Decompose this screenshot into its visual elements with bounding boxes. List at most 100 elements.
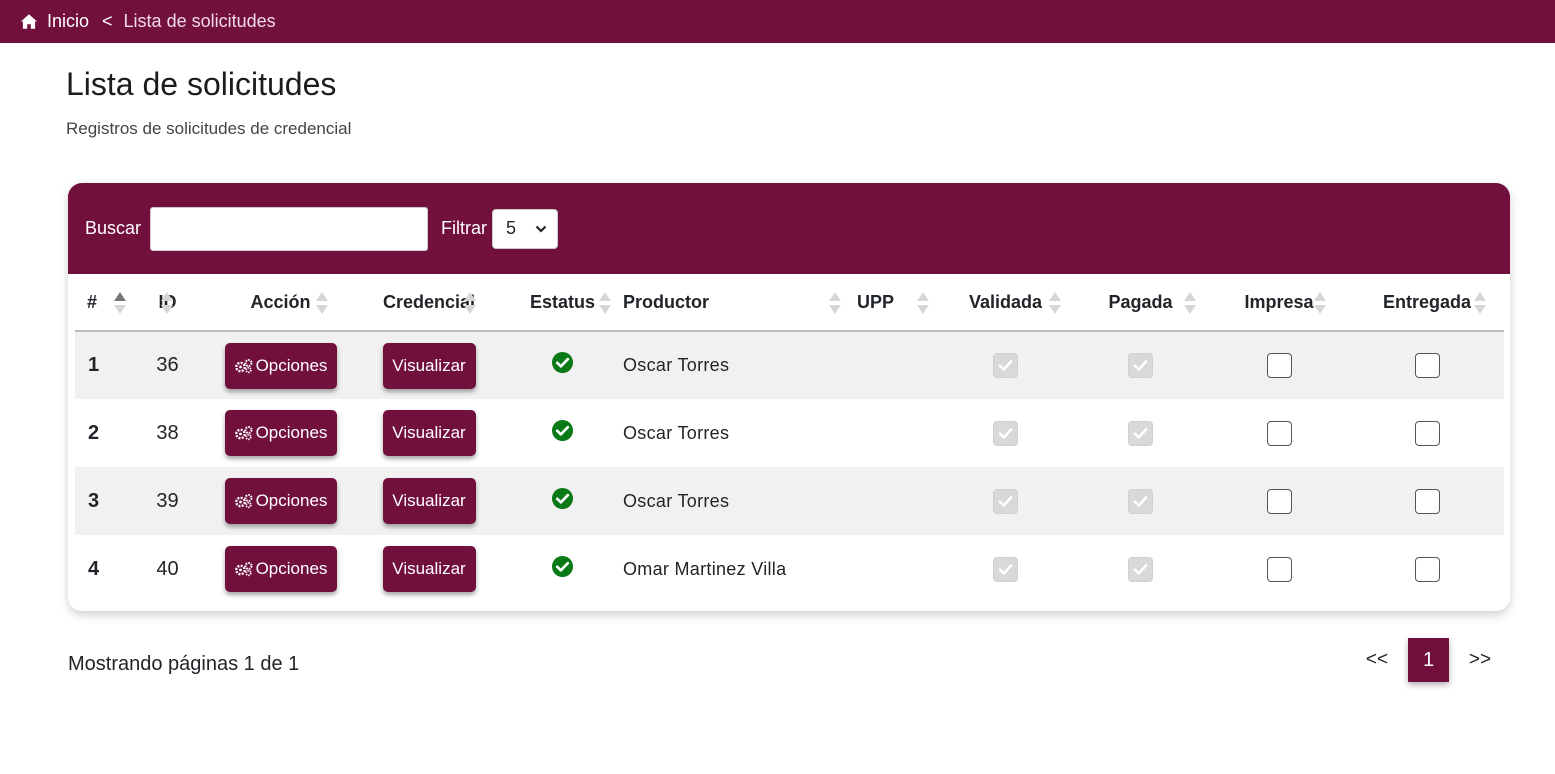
row-number: 1 [75,331,130,399]
sort-arrows-icon[interactable] [598,290,612,316]
row-producer: Oscar Torres [623,422,730,443]
impresa-checkbox[interactable] [1266,353,1292,378]
row-status [502,399,623,467]
table-row: 1 36 Opciones Visualizar Oscar Torres [75,331,1504,399]
gears-icon [234,426,253,441]
opciones-button[interactable]: Opciones [224,478,337,524]
row-number: 2 [88,421,100,444]
row-number: 3 [75,467,130,535]
opciones-button[interactable]: Opciones [224,546,337,592]
requests-card: Buscar Filtrar 5 # ID Acción Credencial … [68,183,1510,611]
breadcrumb-current: Lista de solicitudes [123,11,276,31]
column-header-validada[interactable]: Validada [938,274,1073,332]
filter-label: Filtrar [441,218,488,238]
opciones-button-label: Opciones [255,355,328,375]
row-producer: Oscar Torres [623,467,813,535]
row-status [502,331,623,399]
sort-arrows-icon[interactable] [160,290,174,316]
opciones-button-label: Opciones [255,559,328,578]
sort-arrows-icon[interactable] [113,290,127,316]
pagination-summary: Mostrando páginas 1 de 1 [68,653,300,675]
validada-checkbox [993,556,1018,582]
top-bar: Inicio < Lista de solicitudes [0,0,1555,43]
home-icon[interactable] [20,13,38,31]
pagination-next[interactable]: >> [1463,649,1497,671]
table-toolbar: Buscar Filtrar 5 [68,183,1510,274]
column-header-accion[interactable]: Acción [205,274,356,332]
requests-table: # ID Acción Credencial Estatus Productor… [75,274,1504,603]
visualizar-button[interactable]: Visualizar [382,546,476,592]
page-title: Lista de solicitudes [66,66,337,102]
column-header-productor[interactable]: Productor [623,274,841,332]
row-upp [813,399,938,467]
sort-arrows-icon[interactable] [916,290,930,316]
row-status [502,535,623,603]
sort-arrows-icon[interactable] [1313,290,1327,316]
validada-checkbox [993,420,1018,446]
page-subtitle: Registros de solicitudes de credencial [66,119,352,138]
table-row: 3 39 Opciones Visualizar Oscar Torres [75,467,1504,535]
pagination-page-current[interactable]: 1 [1408,638,1449,682]
check-circle-icon [551,419,574,441]
impresa-checkbox[interactable] [1266,556,1292,582]
validada-checkbox [993,488,1018,514]
breadcrumb-separator: < [102,11,113,31]
search-input[interactable] [150,206,429,251]
entregada-checkbox[interactable] [1414,488,1440,514]
pagada-checkbox [1128,556,1153,582]
breadcrumb-home-link[interactable]: Inicio [47,11,89,32]
check-circle-icon [551,555,574,577]
column-header-upp[interactable]: UPP [813,274,938,332]
validada-checkbox [993,353,1018,378]
opciones-button[interactable]: Opciones [224,410,337,456]
row-upp [813,467,938,535]
opciones-button[interactable]: Opciones [224,342,337,389]
row-id: 40 [156,557,179,580]
entregada-checkbox[interactable] [1414,556,1440,582]
entregada-checkbox[interactable] [1414,353,1440,378]
sort-arrows-icon[interactable] [463,290,477,316]
column-header-entregada[interactable]: Entregada [1350,274,1504,332]
visualizar-button[interactable]: Visualizar [382,478,476,524]
visualizar-button[interactable]: Visualizar [382,342,476,389]
sort-arrows-icon[interactable] [1048,290,1062,316]
row-id: 36 [130,331,205,399]
pagada-checkbox [1128,353,1153,378]
filter-select[interactable]: 5 [492,208,559,249]
pagada-checkbox [1128,420,1153,446]
entregada-checkbox[interactable] [1414,420,1440,446]
gears-icon [234,494,253,509]
pagada-checkbox [1128,488,1153,514]
search-label: Buscar [85,218,142,238]
sort-arrows-icon[interactable] [1183,290,1197,316]
column-header-estatus[interactable]: Estatus [502,274,623,332]
pagination-prev[interactable]: << [1360,649,1394,671]
column-header-pagada[interactable]: Pagada [1073,274,1208,332]
chevron-down-icon [535,225,547,233]
check-circle-icon [551,351,574,374]
opciones-button-label: Opciones [255,423,328,442]
gears-icon [234,562,253,577]
row-upp [813,331,938,399]
row-producer: Omar Martinez Villa [623,558,787,579]
visualizar-button[interactable]: Visualizar [382,410,476,456]
pagination: << 1 >> [1360,638,1497,682]
opciones-button-label: Opciones [255,491,328,510]
impresa-checkbox[interactable] [1266,488,1292,514]
impresa-checkbox[interactable] [1266,420,1292,446]
table-row: 2 38 Opciones Visualizar Oscar Torres [75,399,1504,467]
row-id: 38 [156,421,179,444]
check-circle-icon [551,487,574,509]
column-header-id[interactable]: ID [130,274,205,332]
column-header-impresa[interactable]: Impresa [1208,274,1350,332]
column-header-num[interactable]: # [75,274,130,332]
table-header-row: # ID Acción Credencial Estatus Productor… [75,274,1504,332]
column-header-credencial[interactable]: Credencial [356,274,502,332]
gears-icon [234,358,253,373]
table-row: 4 40 Opciones Visualizar Omar Martinez Villa [75,535,1504,603]
row-upp [813,535,938,603]
row-producer: Oscar Torres [623,331,813,399]
sort-arrows-icon[interactable] [1473,290,1487,316]
row-id: 39 [130,467,205,535]
sort-arrows-icon[interactable] [315,290,329,316]
